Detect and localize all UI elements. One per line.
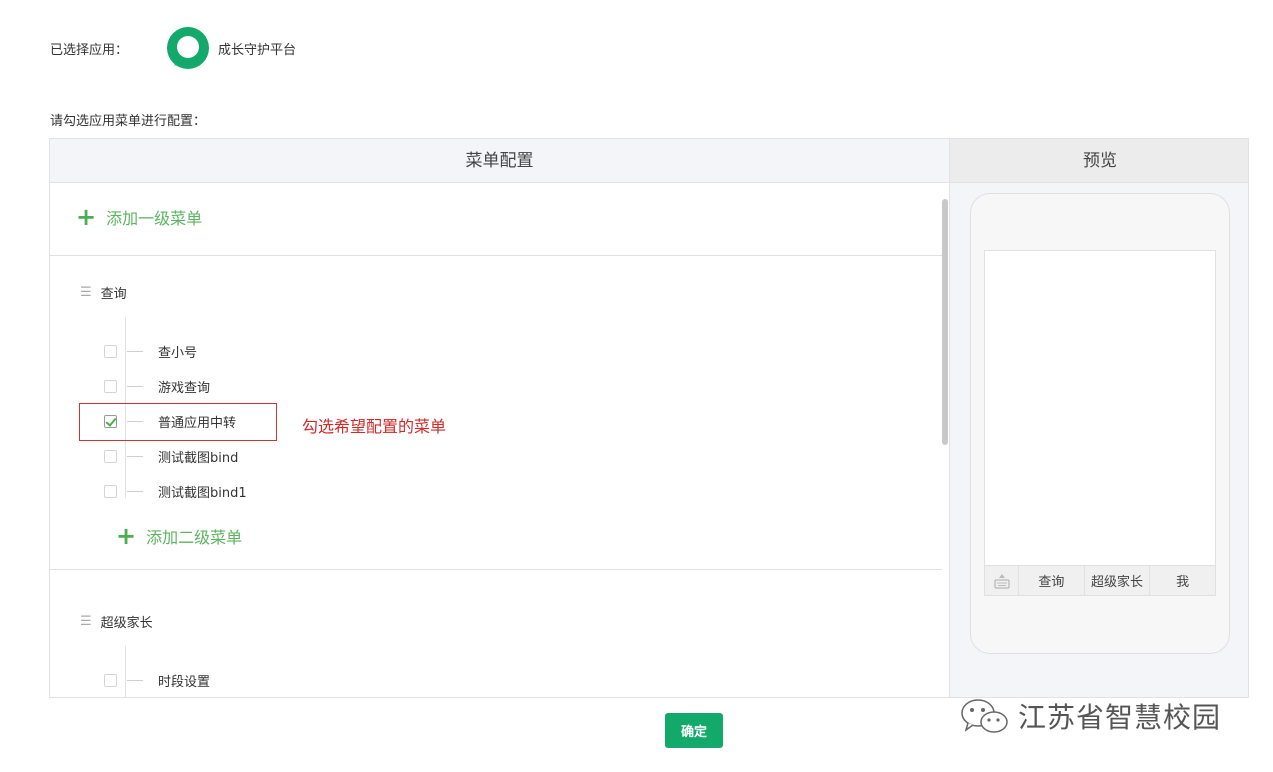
submenu-label: 测试截图bind [158, 450, 239, 466]
plus-icon: + [76, 203, 97, 231]
drag-handle-icon[interactable]: ☰ [80, 614, 92, 629]
menu-group-query[interactable]: ☰ 查询 [80, 283, 127, 302]
annotation-text: 勾选希望配置的菜单 [302, 417, 447, 436]
submenu-checkbox[interactable] [104, 484, 117, 498]
phone-mockup: 查询 超级家长 我 [970, 193, 1230, 654]
submenu-label: 测试截图bind1 [158, 485, 247, 501]
preview-panel: 预览 查询 超级家长 我 [949, 139, 1248, 697]
menu-group-title: 超级家长 [100, 616, 153, 631]
submenu-item: 时段设置 [104, 669, 210, 691]
submenu-label: 游戏查询 [158, 380, 211, 396]
scrollbar-thumb[interactable] [942, 199, 948, 445]
menu-scroll-area[interactable]: + 添加一级菜单 ☰ 查询 查小号 游戏查询 普通应用中转 测试截图bind 测… [50, 183, 949, 697]
submenu-checkbox[interactable] [104, 344, 117, 358]
plus-icon: + [116, 522, 137, 550]
divider [50, 569, 942, 570]
annotation-highlight-box [79, 403, 277, 441]
tree-connector [127, 455, 143, 457]
confirm-button[interactable]: 确定 [665, 713, 723, 748]
add-level1-menu-label: 添加一级菜单 [106, 209, 203, 228]
wechat-logo-icon [961, 699, 1008, 733]
preview-header: 预览 [950, 139, 1248, 183]
selected-app-label: 已选择应用： [50, 42, 129, 58]
selected-app-row: 已选择应用： 成长守护平台 [50, 26, 296, 70]
selected-app-name: 成长守护平台 [218, 43, 297, 58]
tree-connector [127, 679, 143, 681]
phone-menu-bar: 查询 超级家长 我 [985, 565, 1215, 595]
submenu-checkbox[interactable] [104, 379, 117, 393]
submenu-label: 时段设置 [158, 674, 211, 690]
add-level2-menu-label: 添加二级菜单 [146, 528, 243, 547]
submenu-item: 查小号 [104, 340, 197, 362]
menu-config-container: 菜单配置 + 添加一级菜单 ☰ 查询 查小号 游戏查询 普通应用中转 测试截图b… [49, 138, 1249, 698]
tree-connector [127, 385, 143, 387]
submenu-item: 游戏查询 [104, 375, 210, 397]
submenu-checkbox[interactable] [104, 673, 117, 687]
drag-handle-icon[interactable]: ☰ [80, 285, 92, 300]
menu-config-header: 菜单配置 [50, 139, 949, 183]
preview-menu-item[interactable]: 超级家长 [1085, 566, 1151, 595]
add-level2-menu-button[interactable]: + 添加二级菜单 [116, 524, 242, 548]
app-logo-icon [167, 27, 209, 69]
phone-screen: 查询 超级家长 我 [984, 250, 1216, 596]
preview-menu-item[interactable]: 我 [1150, 566, 1215, 595]
tree-connector [127, 490, 143, 492]
divider [50, 255, 942, 256]
watermark-text: 江苏省智慧校园 [1018, 701, 1222, 734]
tree-connector [127, 350, 143, 352]
menu-config-panel: 菜单配置 + 添加一级菜单 ☰ 查询 查小号 游戏查询 普通应用中转 测试截图b… [50, 139, 949, 697]
submenu-item: 测试截图bind1 [104, 480, 247, 502]
submenu-checkbox[interactable] [104, 449, 117, 463]
submenu-item: 测试截图bind [104, 445, 238, 467]
menu-group-title: 查询 [100, 287, 127, 302]
add-level1-menu-button[interactable]: + 添加一级菜单 [76, 205, 202, 229]
config-hint: 请勾选应用菜单进行配置： [50, 114, 207, 129]
menu-group-super-parent[interactable]: ☰ 超级家长 [80, 612, 153, 631]
keyboard-icon[interactable] [985, 566, 1019, 595]
watermark: 江苏省智慧校园 [958, 696, 1221, 736]
preview-menu-item[interactable]: 查询 [1019, 566, 1085, 595]
submenu-label: 查小号 [158, 345, 198, 361]
